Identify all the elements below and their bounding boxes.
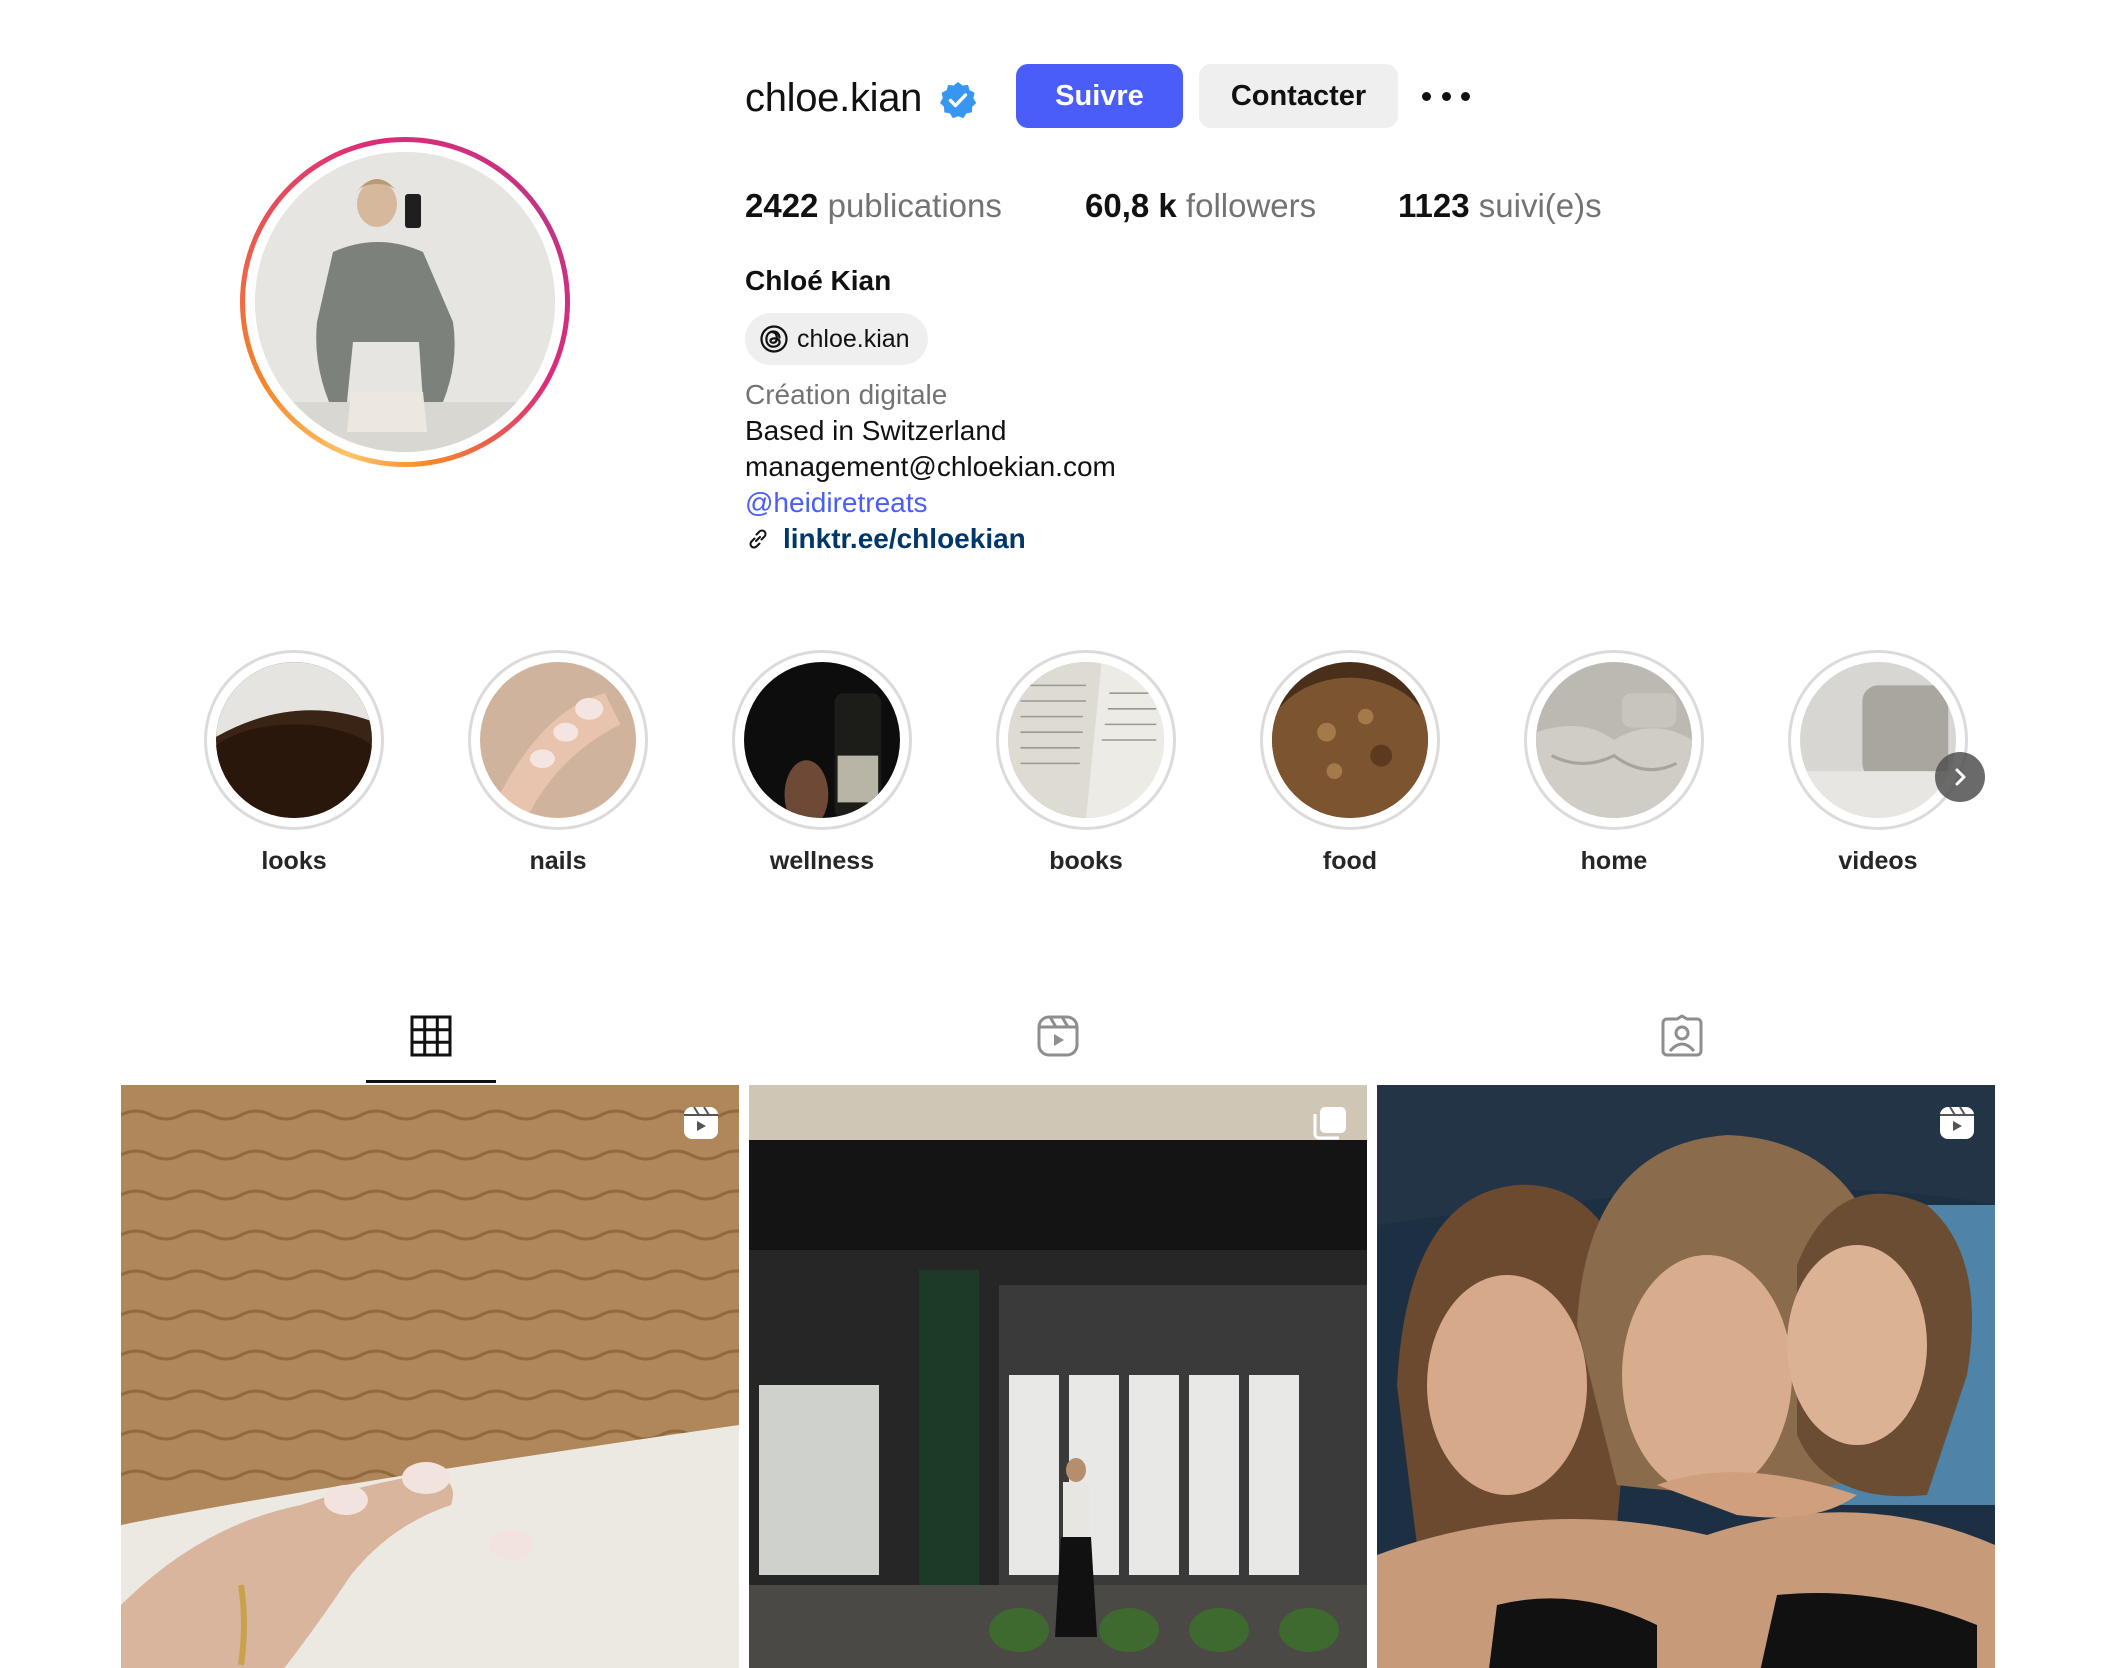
highlight-label: home <box>1580 847 1648 875</box>
followers-label: followers <box>1185 187 1317 224</box>
tab-tagged[interactable] <box>1617 1003 1747 1083</box>
highlight-label: books <box>1049 847 1123 875</box>
highlight-cover <box>1536 662 1692 818</box>
post-image <box>121 1085 739 1668</box>
bio-email: management@chloekian.com <box>745 451 1116 482</box>
following-count: 1123 <box>1398 187 1470 224</box>
follow-button[interactable]: Suivre <box>1016 64 1183 128</box>
story-highlights: looks nails wellness books food home vid… <box>0 650 2112 890</box>
contact-button[interactable]: Contacter <box>1199 64 1398 128</box>
profile-username: chloe.kian <box>745 76 923 120</box>
followers-count: 60,8 k <box>1085 187 1177 224</box>
profile-bio: Création digitale Based in Switzerland m… <box>745 377 1116 557</box>
posts-count: 2422 <box>745 187 819 224</box>
highlight-cover <box>216 662 372 818</box>
posts-grid <box>121 1085 1995 1668</box>
verified-badge-icon <box>940 82 977 119</box>
highlight-label: food <box>1322 847 1378 875</box>
post-image <box>749 1085 1367 1668</box>
bio-mention-link[interactable]: @heidiretreats <box>745 485 1116 521</box>
posts-label: publications <box>827 187 1002 224</box>
highlight-home[interactable]: home <box>1524 650 1704 876</box>
stat-followers[interactable]: 60,8 k followers <box>1085 185 1316 227</box>
following-label: suivi(e)s <box>1478 187 1602 224</box>
post-tile[interactable] <box>121 1085 739 1668</box>
avatar-photo <box>255 152 555 452</box>
highlight-books[interactable]: books <box>996 650 1176 876</box>
threads-handle: chloe.kian <box>797 324 910 353</box>
highlight-nails[interactable]: nails <box>468 650 648 876</box>
reels-icon <box>1037 1015 1079 1057</box>
stat-posts[interactable]: 2422 publications <box>745 185 1002 227</box>
post-image <box>1377 1085 1995 1668</box>
highlight-looks[interactable]: looks <box>204 650 384 876</box>
highlight-food[interactable]: food <box>1260 650 1440 876</box>
highlight-cover <box>744 662 900 818</box>
grid-icon <box>410 1015 452 1057</box>
post-tile[interactable] <box>749 1085 1367 1668</box>
tagged-icon <box>1661 1014 1703 1057</box>
tab-reels[interactable] <box>993 1003 1123 1083</box>
bio-link-text: linktr.ee/chloekian <box>783 523 1026 554</box>
highlight-label: videos <box>1838 847 1918 875</box>
highlight-label: nails <box>529 847 587 875</box>
highlight-cover <box>1008 662 1164 818</box>
reel-icon <box>1940 1106 1974 1139</box>
post-tile[interactable] <box>1377 1085 1995 1668</box>
highlight-cover <box>480 662 636 818</box>
reel-icon <box>684 1106 718 1139</box>
highlight-label: wellness <box>769 847 875 875</box>
chevron-right-icon <box>1955 768 1966 786</box>
highlight-cover <box>1800 662 1956 818</box>
bio-line: Based in Switzerland <box>745 415 1007 446</box>
stat-following[interactable]: 1123 suivi(e)s <box>1398 185 1602 227</box>
highlights-next-button[interactable] <box>1935 752 1985 802</box>
profile-category: Création digitale <box>745 379 948 410</box>
link-icon <box>749 529 767 549</box>
tab-posts[interactable] <box>366 1003 496 1083</box>
threads-link[interactable]: chloe.kian <box>745 313 928 365</box>
profile-tabs <box>120 1003 1996 1083</box>
carousel-icon <box>1313 1107 1346 1140</box>
highlight-label: looks <box>261 847 327 875</box>
highlight-wellness[interactable]: wellness <box>732 650 912 876</box>
threads-icon <box>760 325 788 353</box>
bio-external-link[interactable]: linktr.ee/chloekian <box>745 521 1116 557</box>
profile-full-name: Chloé Kian <box>745 265 892 296</box>
highlight-cover <box>1272 662 1428 818</box>
profile-avatar[interactable] <box>240 137 570 467</box>
more-options-icon[interactable] <box>1422 80 1470 112</box>
